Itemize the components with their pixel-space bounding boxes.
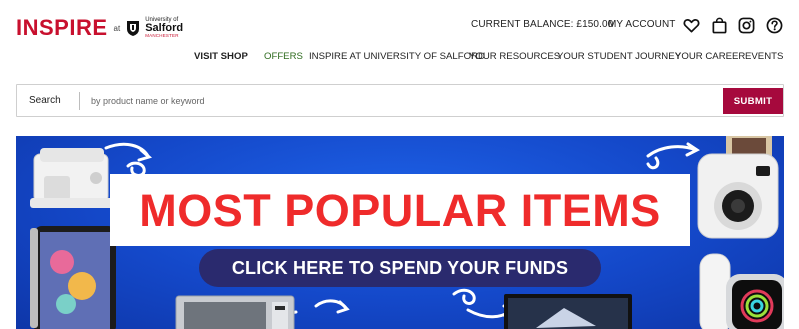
inspire-logo[interactable]: INSPIRE at University of Salford MANCHES… (16, 14, 183, 42)
university-city: MANCHESTER (145, 33, 179, 39)
nav-your-resources[interactable]: YOUR RESOURCES (469, 51, 560, 62)
nav-your-student-journey[interactable]: YOUR STUDENT JOURNEY (557, 51, 681, 62)
nav-offers[interactable]: OFFERS (264, 51, 303, 62)
promo-banner[interactable]: MOST POPULAR ITEMS CLICK HERE TO SPEND Y… (16, 136, 784, 329)
sewing-machine-icon (30, 148, 114, 208)
search-divider (79, 92, 80, 110)
instant-camera-icon (697, 136, 779, 239)
submit-button[interactable]: SUBMIT (723, 88, 783, 114)
brand-name: INSPIRE (16, 15, 108, 40)
nav-visit-shop[interactable]: VISIT SHOP (194, 51, 248, 62)
search-label: Search (29, 95, 61, 106)
brand-at: at (113, 23, 121, 33)
search-input[interactable] (91, 91, 711, 111)
help-icon[interactable] (766, 17, 783, 34)
spend-funds-cta-button[interactable]: CLICK HERE TO SPEND YOUR FUNDS (199, 249, 601, 287)
shopping-bag-icon[interactable] (711, 17, 728, 34)
current-balance: CURRENT BALANCE: £150.00 (471, 19, 614, 30)
tablet-icon (30, 226, 116, 329)
nav-your-career[interactable]: YOUR CAREER (675, 51, 745, 62)
nav-events[interactable]: EVENTS (745, 51, 783, 62)
my-account-link[interactable]: MY ACCOUNT (608, 19, 676, 30)
university-wordmark: University of Salford MANCHESTER (145, 17, 183, 39)
nav-inspire-salford[interactable]: INSPIRE AT UNIVERSITY OF SALFORD (309, 51, 485, 62)
microwave-icon (175, 295, 295, 329)
instagram-icon[interactable] (738, 17, 755, 34)
smartwatch-icon (699, 253, 784, 329)
search-bar: Search SUBMIT (16, 84, 784, 117)
university-crest-icon (127, 21, 140, 36)
monitor-icon (504, 294, 632, 329)
banner-headline: MOST POPULAR ITEMS (139, 185, 661, 236)
heart-icon[interactable] (683, 17, 700, 34)
